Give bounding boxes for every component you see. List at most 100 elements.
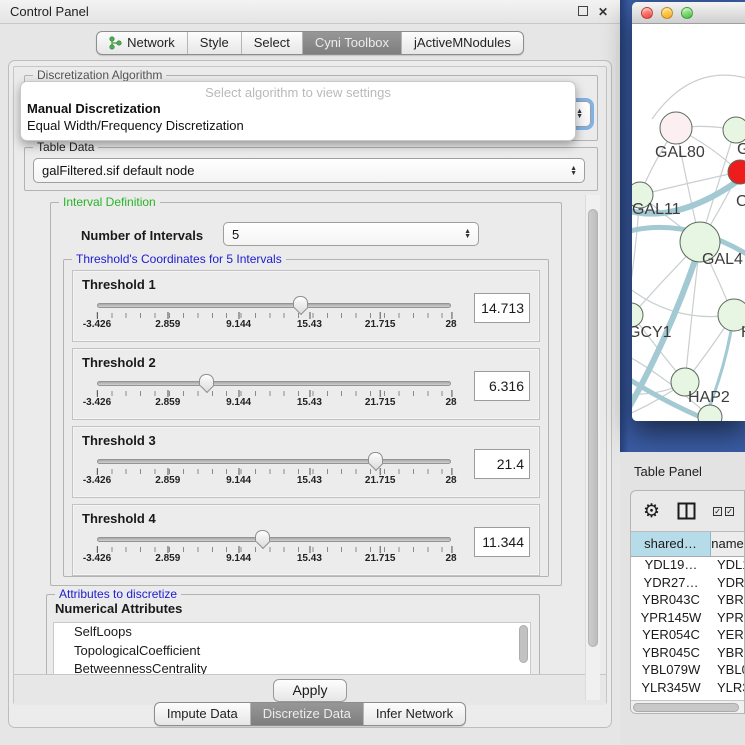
threshold-2-value-field[interactable]: 6.316 (474, 371, 530, 401)
gear-icon[interactable]: ⚙ (643, 502, 660, 521)
tick-label: 2.859 (155, 475, 180, 486)
table-row[interactable]: YDR27…YDR27 (631, 575, 744, 593)
split-columns-icon[interactable] (677, 502, 696, 520)
threshold-3-value-field[interactable]: 21.4 (474, 449, 530, 479)
cell-shared[interactable]: YDR27… (631, 575, 711, 593)
table-row[interactable]: YDL19…YDL19 (631, 557, 744, 575)
attribute-item[interactable]: SelfLoops (54, 623, 530, 642)
tick-label: 9.144 (226, 319, 251, 330)
zoom-traffic-light[interactable] (681, 7, 693, 19)
table-row[interactable]: YER054CYER05 (631, 627, 744, 645)
minimize-traffic-light[interactable] (661, 7, 673, 19)
algorithm-option-equal-width[interactable]: Equal Width/Frequency Discretization (21, 117, 575, 134)
table-row[interactable]: YBR045CYBR04 (631, 645, 744, 663)
number-of-intervals-combo[interactable]: 5 ▲▼ (223, 222, 479, 246)
numerical-attributes-list[interactable]: SelfLoops TopologicalCoefficient Between… (53, 622, 531, 679)
threshold-1-slider[interactable] (97, 303, 451, 308)
network-view-window: GAL80 GA C GAL11 GAL4 GCY1 H HAP2 (632, 2, 745, 421)
tick-label: -3.426 (83, 319, 111, 330)
cell-shared[interactable]: YBR045C (631, 645, 711, 663)
column-header-name[interactable]: name (711, 532, 744, 556)
cell-name[interactable]: YDR27 (711, 575, 744, 593)
tab-select[interactable]: Select (241, 32, 302, 54)
table-row[interactable]: YLR345WYLR34 (631, 680, 744, 698)
label-cut-g: GA (737, 141, 745, 158)
cell-name[interactable]: YLR34 (711, 680, 744, 698)
threshold-3-slider[interactable] (97, 459, 451, 464)
tick-label: 2.859 (155, 553, 180, 564)
cell-shared[interactable]: YLR345W (631, 680, 711, 698)
table-data-group: Table Data galFiltered.sif default node … (24, 147, 598, 191)
apply-button[interactable]: Apply (273, 679, 346, 702)
select-columns-icon[interactable]: ✓ ✓ (713, 507, 734, 516)
float-window-button[interactable] (576, 5, 590, 19)
tab-jactivemnodules[interactable]: jActiveMNodules (401, 32, 523, 54)
tab-cyni-toolbox[interactable]: Cyni Toolbox (302, 32, 401, 54)
tick-label: 9.144 (226, 475, 251, 486)
table-data-combo[interactable]: galFiltered.sif default node ▲▼ (33, 158, 585, 183)
threshold-2-panel: Threshold 2 -3.426 2.859 9.144 15.43 21.… (72, 348, 540, 420)
threshold-4-value-field[interactable]: 11.344 (474, 527, 530, 557)
table-row[interactable]: YBL079WYBL07 (631, 662, 744, 680)
threshold-2-slider-handle[interactable] (199, 374, 214, 386)
table-row[interactable]: YPR145WYPR14 (631, 610, 744, 628)
cell-shared[interactable]: YBR043C (631, 592, 711, 610)
node-cut-right-top[interactable] (723, 117, 745, 143)
tick-label: 2.859 (155, 397, 180, 408)
table-horizontal-scrollbar-thumb[interactable] (633, 703, 739, 712)
tab-discretize-data[interactable]: Discretize Data (250, 703, 363, 725)
node-cut-bottom[interactable] (698, 405, 722, 421)
table-row[interactable]: YBR043CYBR04 (631, 592, 744, 610)
tab-infer-network[interactable]: Infer Network (363, 703, 465, 725)
attributes-group: Attributes to discretize Numerical Attri… (46, 594, 540, 684)
column-header-shared-name[interactable]: shared… (631, 532, 711, 556)
cell-name[interactable]: YDL19 (711, 557, 744, 575)
threshold-1-value-field[interactable]: 14.713 (474, 293, 530, 323)
tick-label: 28 (445, 553, 456, 564)
threshold-3-slider-handle[interactable] (368, 452, 383, 464)
threshold-2-slider[interactable] (97, 381, 451, 386)
label-hap2: HAP2 (688, 389, 730, 406)
tick-label: 15.43 (297, 553, 322, 564)
cell-shared[interactable]: YER054C (631, 627, 711, 645)
tab-network[interactable]: Network (97, 32, 187, 54)
node-gal80[interactable] (660, 112, 692, 144)
panel-scrollbar-thumb[interactable] (588, 209, 598, 647)
network-canvas[interactable]: GAL80 GA C GAL11 GAL4 GCY1 H HAP2 (632, 24, 745, 421)
close-traffic-light[interactable] (641, 7, 653, 19)
cell-name[interactable]: YBL07 (711, 662, 744, 680)
label-cut-c: C (736, 193, 745, 210)
tab-impute-data[interactable]: Impute Data (155, 703, 250, 725)
cell-name[interactable]: YPR14 (711, 610, 744, 628)
threshold-4-slider-handle[interactable] (255, 530, 270, 542)
panel-scrollbar[interactable] (585, 195, 600, 700)
combo-arrows-icon: ▲▼ (576, 109, 583, 119)
cell-shared[interactable]: YDL19… (631, 557, 711, 575)
combo-arrows-icon: ▲▼ (464, 229, 471, 239)
attribute-item[interactable]: TopologicalCoefficient (54, 642, 530, 661)
cell-name[interactable]: YER05 (711, 627, 744, 645)
close-window-button[interactable]: ✕ (596, 5, 610, 19)
combo-arrows-icon: ▲▼ (570, 166, 577, 176)
threshold-2-ticks (97, 391, 451, 396)
cell-name[interactable]: YBR04 (711, 645, 744, 663)
tick-label: 15.43 (297, 475, 322, 486)
tick-label: 9.144 (226, 397, 251, 408)
threshold-1-slider-handle[interactable] (293, 296, 308, 308)
cell-name[interactable]: YBR04 (711, 592, 744, 610)
cell-shared[interactable]: YPR145W (631, 610, 711, 628)
tab-style[interactable]: Style (187, 32, 241, 54)
table-horizontal-scrollbar[interactable] (631, 700, 744, 713)
threshold-4-label: Threshold 4 (82, 511, 156, 526)
threshold-4-slider[interactable] (97, 537, 451, 542)
tick-label: 2.859 (155, 319, 180, 330)
algorithm-option-manual[interactable]: Manual Discretization (21, 100, 575, 117)
threshold-2-label: Threshold 2 (82, 355, 156, 370)
threshold-coordinates-group: Threshold's Coordinates for 5 Intervals … (63, 259, 549, 577)
cyni-toolbox-panel: Discretization Algorithm ▲▼ Select algor… (8, 60, 612, 728)
cell-shared[interactable]: YBL079W (631, 662, 711, 680)
label-cut-h: H (741, 324, 745, 341)
threshold-1-panel: Threshold 1 -3.426 2.859 9.144 15.43 21.… (72, 270, 540, 342)
list-scrollbar[interactable] (519, 625, 528, 663)
interval-definition-group: Interval Definition Number of Intervals … (50, 202, 562, 586)
